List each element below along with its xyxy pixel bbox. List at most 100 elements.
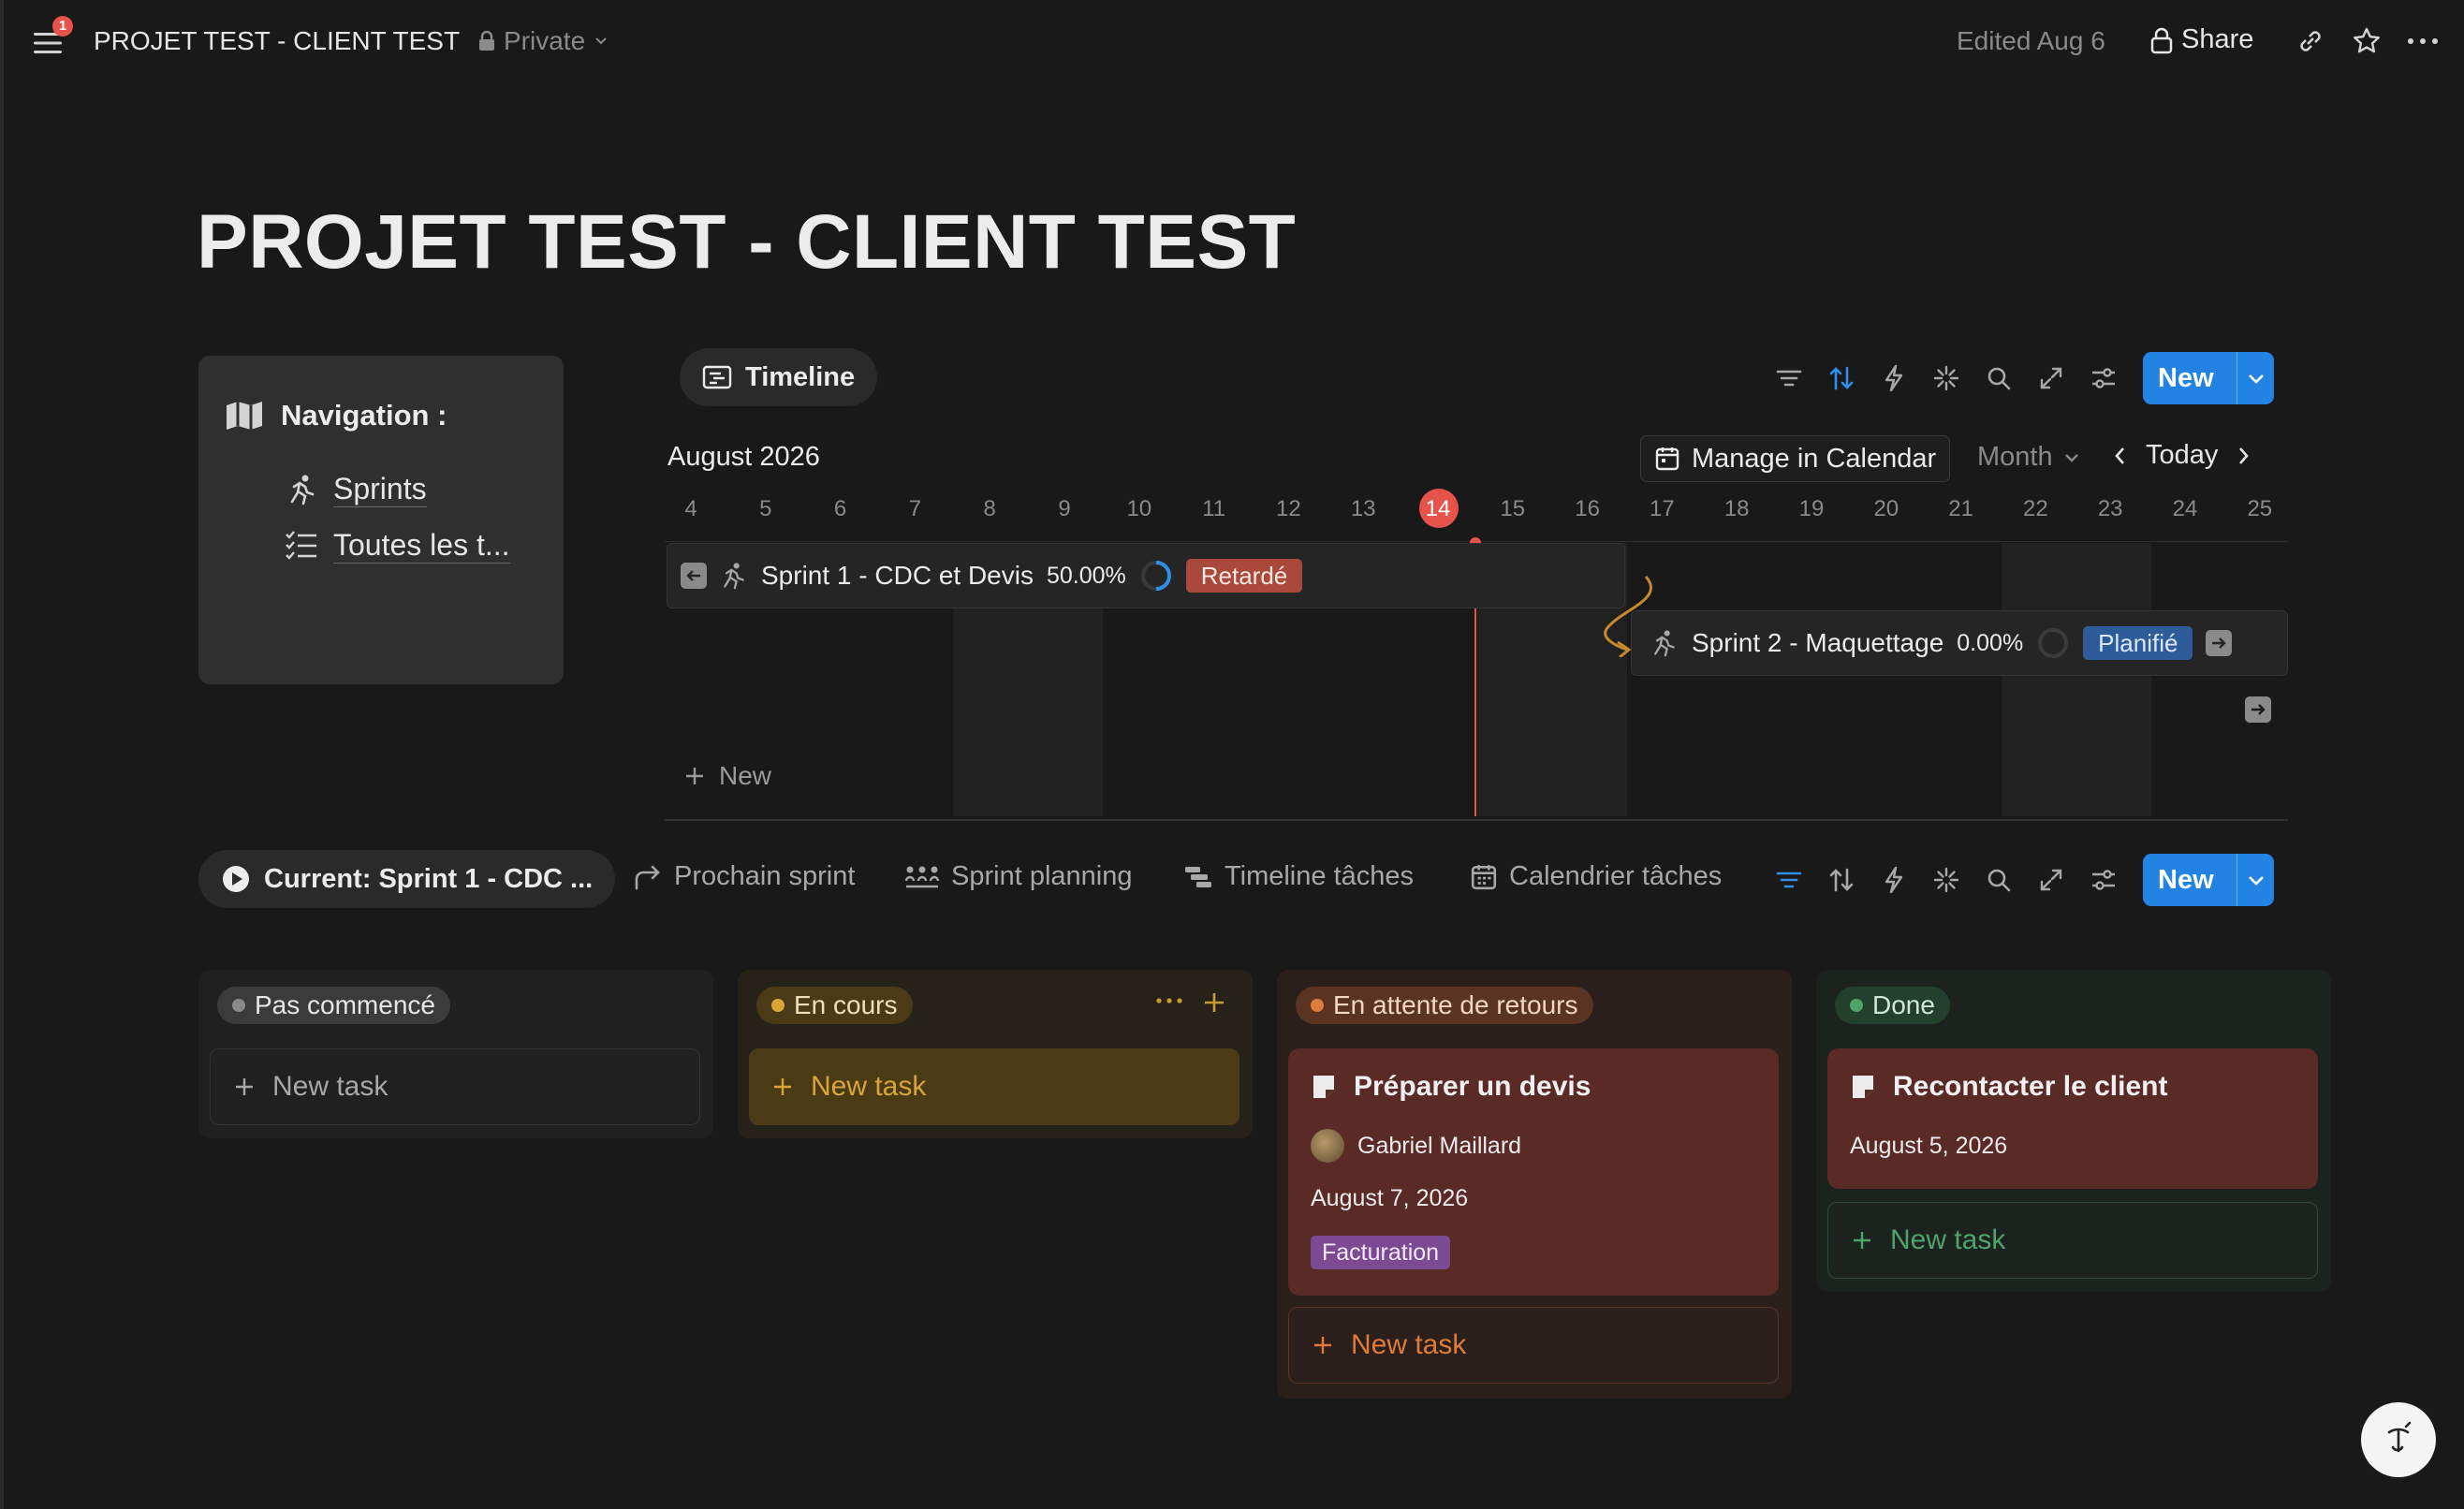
task-card[interactable]: Préparer un devis Gabriel Maillard Augus…	[1288, 1048, 1779, 1296]
chevron-down-icon[interactable]	[2237, 873, 2274, 886]
day-label: 20	[1873, 496, 1899, 521]
new-sprint-button[interactable]: New	[2143, 352, 2274, 404]
tag-badge: Facturation	[1311, 1236, 1451, 1269]
new-task-label: New task	[1351, 1329, 1467, 1360]
card-title-text: Recontacter le client	[1893, 1071, 2168, 1102]
nav-link-all-tasks[interactable]: Toutes les t...	[285, 528, 510, 564]
chevron-right-icon[interactable]	[2237, 446, 2250, 466]
column-header: En cours	[756, 987, 913, 1024]
runner-icon	[1650, 629, 1679, 657]
status-dot	[771, 999, 785, 1012]
tab-current-sprint-label: Current: Sprint 1 - CDC ...	[264, 863, 594, 894]
nav-link-label: Toutes les t...	[333, 528, 510, 564]
day-label: 6	[833, 496, 847, 521]
column-title: Pas commencé	[255, 990, 435, 1019]
expand-icon[interactable]	[2034, 361, 2068, 395]
board-column: En attente de retours Préparer un devis …	[1277, 970, 1792, 1399]
star-icon[interactable]	[2348, 22, 2385, 60]
column-header: Done	[1835, 987, 1950, 1024]
timeline-icon	[702, 364, 732, 390]
status-dot	[1850, 999, 1863, 1012]
day-label: 25	[2247, 496, 2273, 521]
manage-in-calendar-button[interactable]: Manage in Calendar	[1640, 435, 1951, 482]
plus-icon	[1312, 1334, 1334, 1356]
lightning-icon[interactable]	[1877, 863, 1911, 897]
status-badge: Retardé	[1185, 559, 1303, 593]
day-label: 21	[1948, 496, 1973, 521]
calendar-icon	[1654, 446, 1680, 472]
lightning-icon[interactable]	[1877, 361, 1911, 395]
plus-icon[interactable]	[1202, 990, 1226, 1015]
new-task-button[interactable]: New	[2143, 854, 2274, 906]
timeline-add-new[interactable]: New	[683, 761, 771, 791]
day-label: 4	[684, 496, 697, 521]
day-label: 7	[908, 496, 922, 521]
search-icon[interactable]	[1982, 361, 2016, 395]
day-label: 8	[983, 496, 996, 521]
filter-icon[interactable]	[1772, 361, 1806, 395]
arrow-right-icon[interactable]	[2206, 630, 2233, 656]
tab-calendrier-taches[interactable]: Calendrier tâches	[1470, 861, 1722, 892]
new-task-button[interactable]: New task	[749, 1048, 1239, 1125]
day-label: 12	[1276, 496, 1301, 521]
board-column: Pas commencé New task	[198, 970, 713, 1138]
card-date: August 7, 2026	[1311, 1185, 1469, 1211]
arrow-right-icon[interactable]	[2245, 696, 2271, 723]
column-title: Done	[1872, 990, 1935, 1019]
sparkle-icon[interactable]	[1929, 361, 1963, 395]
tab-timeline[interactable]: Timeline	[680, 348, 878, 406]
day-label: 13	[1350, 496, 1376, 521]
more-icon[interactable]	[1155, 996, 1183, 1005]
settings-sliders-icon[interactable]	[2087, 863, 2120, 897]
more-icon[interactable]	[2404, 22, 2442, 60]
arrow-left-icon[interactable]	[681, 563, 707, 589]
sort-icon[interactable]	[1825, 863, 1858, 897]
chevron-down-icon[interactable]	[2237, 372, 2274, 385]
sparkle-icon[interactable]	[1929, 863, 1963, 897]
sprint-progress: 50.00%	[1046, 562, 1126, 589]
chevron-down-icon	[2062, 452, 2081, 463]
timeline-scale-select[interactable]: Month	[1977, 442, 2081, 473]
new-task-button[interactable]: New task	[1827, 1202, 2318, 1279]
task-card[interactable]: Recontacter le client August 5, 2026	[1827, 1048, 2318, 1189]
status-dot	[232, 999, 245, 1012]
link-icon[interactable]	[2292, 22, 2329, 60]
sort-icon[interactable]	[1825, 361, 1858, 395]
manage-in-calendar-label: Manage in Calendar	[1692, 443, 1937, 474]
timeline-toolbar	[1772, 361, 2120, 395]
avatar	[1311, 1129, 1344, 1163]
new-task-label: New task	[811, 1071, 927, 1102]
share-button[interactable]: Share	[2149, 24, 2253, 55]
help-button[interactable]	[2361, 1402, 2436, 1477]
breadcrumb[interactable]: PROJET TEST - CLIENT TEST	[94, 26, 460, 56]
card-title: Préparer un devis	[1311, 1071, 1591, 1103]
sprint-bar[interactable]: Sprint 1 - CDC et Devis 50.00% Retardé	[667, 543, 1625, 608]
card-title: Recontacter le client	[1850, 1071, 2167, 1103]
progress-ring	[2036, 626, 2070, 660]
nav-link-label: Sprints	[333, 472, 427, 507]
plus-icon	[233, 1076, 256, 1098]
tab-timeline-taches[interactable]: Timeline tâches	[1183, 861, 1414, 892]
settings-sliders-icon[interactable]	[2087, 361, 2120, 395]
expand-icon[interactable]	[2034, 863, 2068, 897]
tab-current-sprint[interactable]: Current: Sprint 1 - CDC ...	[198, 850, 616, 908]
chevron-left-icon[interactable]	[2114, 446, 2127, 466]
new-task-button[interactable]: New task	[210, 1048, 700, 1125]
filter-icon[interactable]	[1772, 863, 1806, 897]
privacy-selector[interactable]: Private	[477, 26, 609, 56]
page-icon	[1850, 1073, 1876, 1101]
day-label: 23	[2097, 496, 2123, 521]
tab-prochain-sprint[interactable]: Prochain sprint	[633, 861, 855, 892]
today-button[interactable]: Today	[2146, 440, 2218, 471]
nav-link-sprints[interactable]: Sprints	[286, 472, 427, 507]
search-icon[interactable]	[1982, 863, 2016, 897]
day-label: 14	[1425, 496, 1451, 521]
privacy-label: Private	[504, 26, 586, 55]
column-title: En cours	[794, 990, 898, 1019]
tab-label: Sprint planning	[951, 861, 1133, 891]
new-task-button[interactable]: New task	[1288, 1307, 1779, 1384]
runner-icon	[286, 474, 318, 505]
tab-sprint-planning[interactable]: Sprint planning	[904, 861, 1132, 892]
sprint-bar[interactable]: Sprint 2 - Maquettage 0.00% Planifié	[1631, 610, 2288, 676]
board-toolbar	[1772, 863, 2120, 897]
